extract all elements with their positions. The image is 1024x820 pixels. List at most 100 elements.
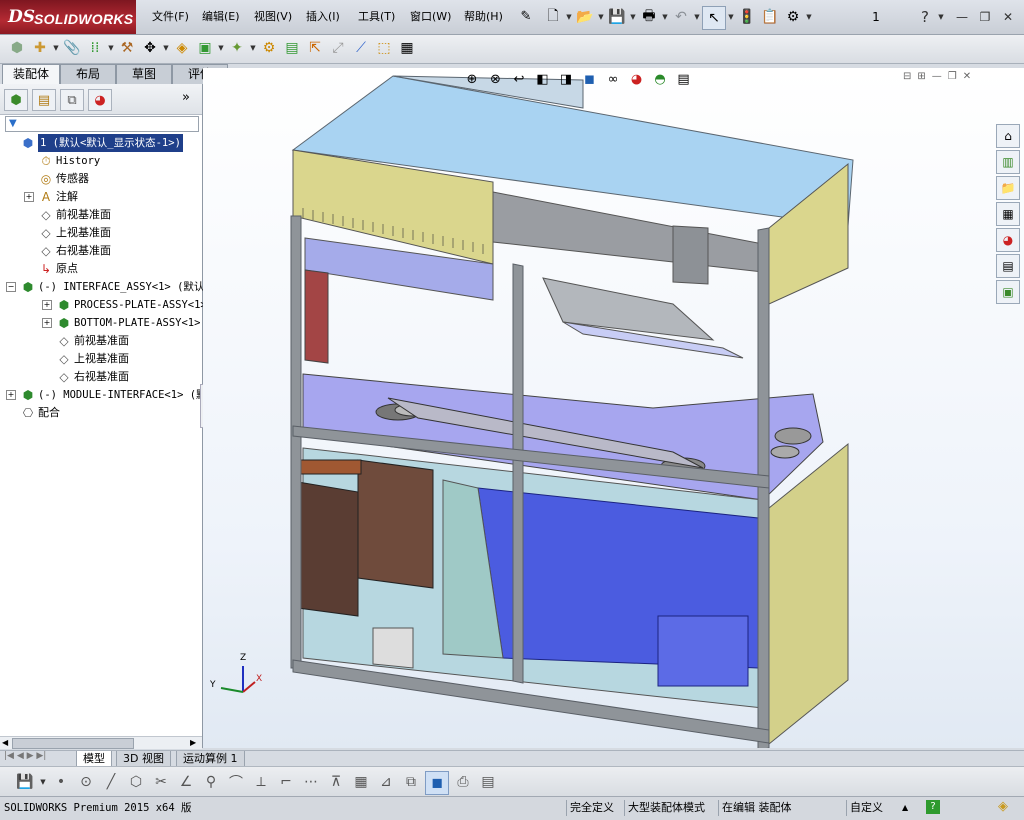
zoom-to-fit-icon[interactable]: ⊕ (462, 69, 482, 89)
tree-item[interactable]: + ⬢ (-) MODULE-INTERFACE<1> (默 (0, 386, 207, 404)
tree-item[interactable]: ⏱ History (0, 152, 202, 170)
undo-dropdown-icon[interactable]: ▼ (693, 6, 701, 28)
status-units[interactable]: 自定义 (846, 800, 886, 816)
save-icon-bottom[interactable]: 💾 (14, 771, 36, 793)
split-horizontal-icon[interactable]: ⊟ (903, 71, 911, 82)
angle-icon[interactable]: ∠ (175, 771, 197, 793)
help-dropdown-icon[interactable]: ▼ (937, 6, 945, 28)
explode-line-sketch-icon[interactable]: ⤢ (327, 37, 349, 59)
tab-model[interactable]: 模型 (76, 751, 112, 767)
horizontal-dimension-icon[interactable]: ⊼ (325, 771, 347, 793)
solidworks-logo[interactable]: DS SOLIDWORKS (0, 0, 136, 34)
open-dropdown-icon[interactable]: ▼ (597, 6, 605, 28)
tree-expand-icon[interactable]: + (42, 300, 52, 310)
tree-item[interactable]: ◇ 右视基准面 (0, 242, 202, 260)
camera-icon[interactable]: ⎙ (452, 771, 474, 793)
print-dropdown-icon[interactable]: ▼ (661, 6, 669, 28)
tab-layout[interactable]: 布局 (60, 64, 116, 84)
interference-detection-icon[interactable]: ⟋ (350, 37, 372, 59)
instant3d-icon[interactable]: ▦ (396, 37, 418, 59)
save-bottom-dropdown-icon[interactable]: ▼ (39, 771, 47, 793)
new-dropdown-icon[interactable]: ▼ (565, 6, 573, 28)
save-icon[interactable]: 💾 (606, 6, 628, 28)
view-cube-icon[interactable]: ⧉ (400, 771, 422, 793)
appearances-icon[interactable]: ◕ (996, 228, 1020, 252)
polygon-icon[interactable]: ⬡ (125, 771, 147, 793)
new-document-icon[interactable]: 🗋 (542, 6, 564, 28)
smart-fasteners-icon[interactable]: ⚒ (116, 37, 138, 59)
split-vertical-icon[interactable]: ⊞ (917, 71, 925, 82)
edit-appearance-icon[interactable]: ◕ (627, 69, 647, 89)
displaymanager-icon[interactable]: ◕ (88, 89, 112, 111)
tree-item[interactable]: ◇ 上视基准面 (0, 224, 202, 242)
open-folder-icon[interactable]: 📂 (574, 6, 596, 28)
tree-item[interactable]: ◇ 前视基准面 (0, 206, 202, 224)
menu-item-0[interactable]: 文件(F) (150, 9, 191, 25)
tree-expand-icon[interactable]: − (6, 282, 16, 292)
file-explorer-icon[interactable]: 📁 (996, 176, 1020, 200)
menu-item-2[interactable]: 视图(V) (252, 9, 294, 25)
custom-properties-icon[interactable]: ▤ (996, 254, 1020, 278)
menu-item-5[interactable]: 窗口(W) (408, 9, 453, 25)
units-menu-arrow-icon[interactable]: ▲ (902, 800, 908, 816)
bill-of-materials-icon[interactable]: ▤ (281, 37, 303, 59)
options-icon[interactable]: ⚙ (782, 6, 804, 28)
apply-scene-icon[interactable]: ◓ (650, 69, 670, 89)
tab-assembly[interactable]: 装配体 (2, 64, 60, 84)
restore-window-icon[interactable]: ❐ (976, 8, 994, 26)
tree-expand-icon[interactable]: + (6, 390, 16, 400)
close-window-icon[interactable]: ✕ (999, 8, 1017, 26)
tree-item[interactable]: + ⬢ BOTTOM-PLATE-ASSY<1> (默 (0, 314, 224, 332)
move-component-icon[interactable]: ✥ (139, 37, 161, 59)
angular-icon[interactable]: ⊿ (375, 771, 397, 793)
view-orientation-icon[interactable]: ◨ (556, 69, 576, 89)
insert-components-icon[interactable]: ⬢ (6, 37, 28, 59)
linear-pattern-icon[interactable]: ⁞⁞ (84, 37, 106, 59)
reference-geometry-icon[interactable]: ✦ (226, 37, 248, 59)
tag-icon[interactable]: ◈ (998, 799, 1008, 814)
help-icon[interactable]: ? (916, 7, 934, 27)
circle-icon[interactable]: ⊙ (75, 771, 97, 793)
graphics-area[interactable]: Z X Y ⊟ ⊞ — ❐ ✕ (203, 68, 1024, 748)
previous-view-icon[interactable]: ↩ (509, 69, 529, 89)
select-arrow-icon[interactable]: ↖ (702, 6, 726, 30)
display-style-icon[interactable]: ◼ (580, 69, 600, 89)
features-dropdown-icon[interactable]: ▼ (217, 37, 225, 59)
mirror-icon[interactable]: ⚲ (200, 771, 222, 793)
scroll-left-icon[interactable]: ◀ (2, 738, 10, 747)
tree-item[interactable]: ◇ 前视基准面 (0, 332, 202, 350)
tree-item[interactable]: ◇ 右视基准面 (0, 368, 202, 386)
menu-item-4[interactable]: 工具(T) (356, 9, 397, 25)
print-icon[interactable]: 🖶 (638, 6, 660, 28)
file-properties-icon[interactable]: 📋 (759, 6, 781, 28)
configurationmanager-icon[interactable]: ⧉ (60, 89, 84, 111)
tab-motion-study[interactable]: 运动算例 1 (176, 751, 245, 767)
save-dropdown-icon[interactable]: ▼ (629, 6, 637, 28)
tree-item[interactable]: ⎔ 配合 (0, 404, 202, 422)
viewport-close-icon[interactable]: ✕ (963, 71, 971, 82)
view-palette-icon[interactable]: ▦ (996, 202, 1020, 226)
tab-3d-views[interactable]: 3D 视图 (116, 751, 171, 767)
tree-filter-input[interactable]: ▼ (5, 116, 199, 132)
minimize-window-icon[interactable]: — (953, 8, 971, 26)
tree-item[interactable]: ↳ 原点 (0, 260, 202, 278)
mate-icon[interactable]: 📎 (61, 37, 83, 59)
forum-icon[interactable]: ▣ (996, 280, 1020, 304)
tree-item[interactable]: + A 注解 (0, 188, 202, 206)
tree-item[interactable]: − ⬢ (-) INTERFACE_ASSY<1> (默认 (0, 278, 204, 296)
viewport-restore-icon[interactable]: ❐ (948, 71, 957, 82)
menu-item-1[interactable]: 编辑(E) (200, 9, 242, 25)
shaded-view-icon[interactable]: ◼ (425, 771, 449, 795)
quick-tips-icon[interactable]: ? (926, 800, 940, 814)
assembly-model-view[interactable] (203, 68, 1024, 748)
trim-icon[interactable]: ✂ (150, 771, 172, 793)
show-hidden-components-icon[interactable]: ◈ (171, 37, 193, 59)
view-settings-icon[interactable]: ▤ (674, 69, 694, 89)
solidworks-resources-icon[interactable]: ⌂ (996, 124, 1020, 148)
new-part-icon[interactable]: ✚ (29, 37, 51, 59)
menu-item-3[interactable]: 插入(I) (304, 9, 342, 25)
assembly-features-icon[interactable]: ▣ (194, 37, 216, 59)
pin-icon[interactable]: ✎ (516, 6, 536, 28)
hide-show-items-icon[interactable]: ∞ (603, 69, 623, 89)
zoom-to-area-icon[interactable]: ⊗ (486, 69, 506, 89)
